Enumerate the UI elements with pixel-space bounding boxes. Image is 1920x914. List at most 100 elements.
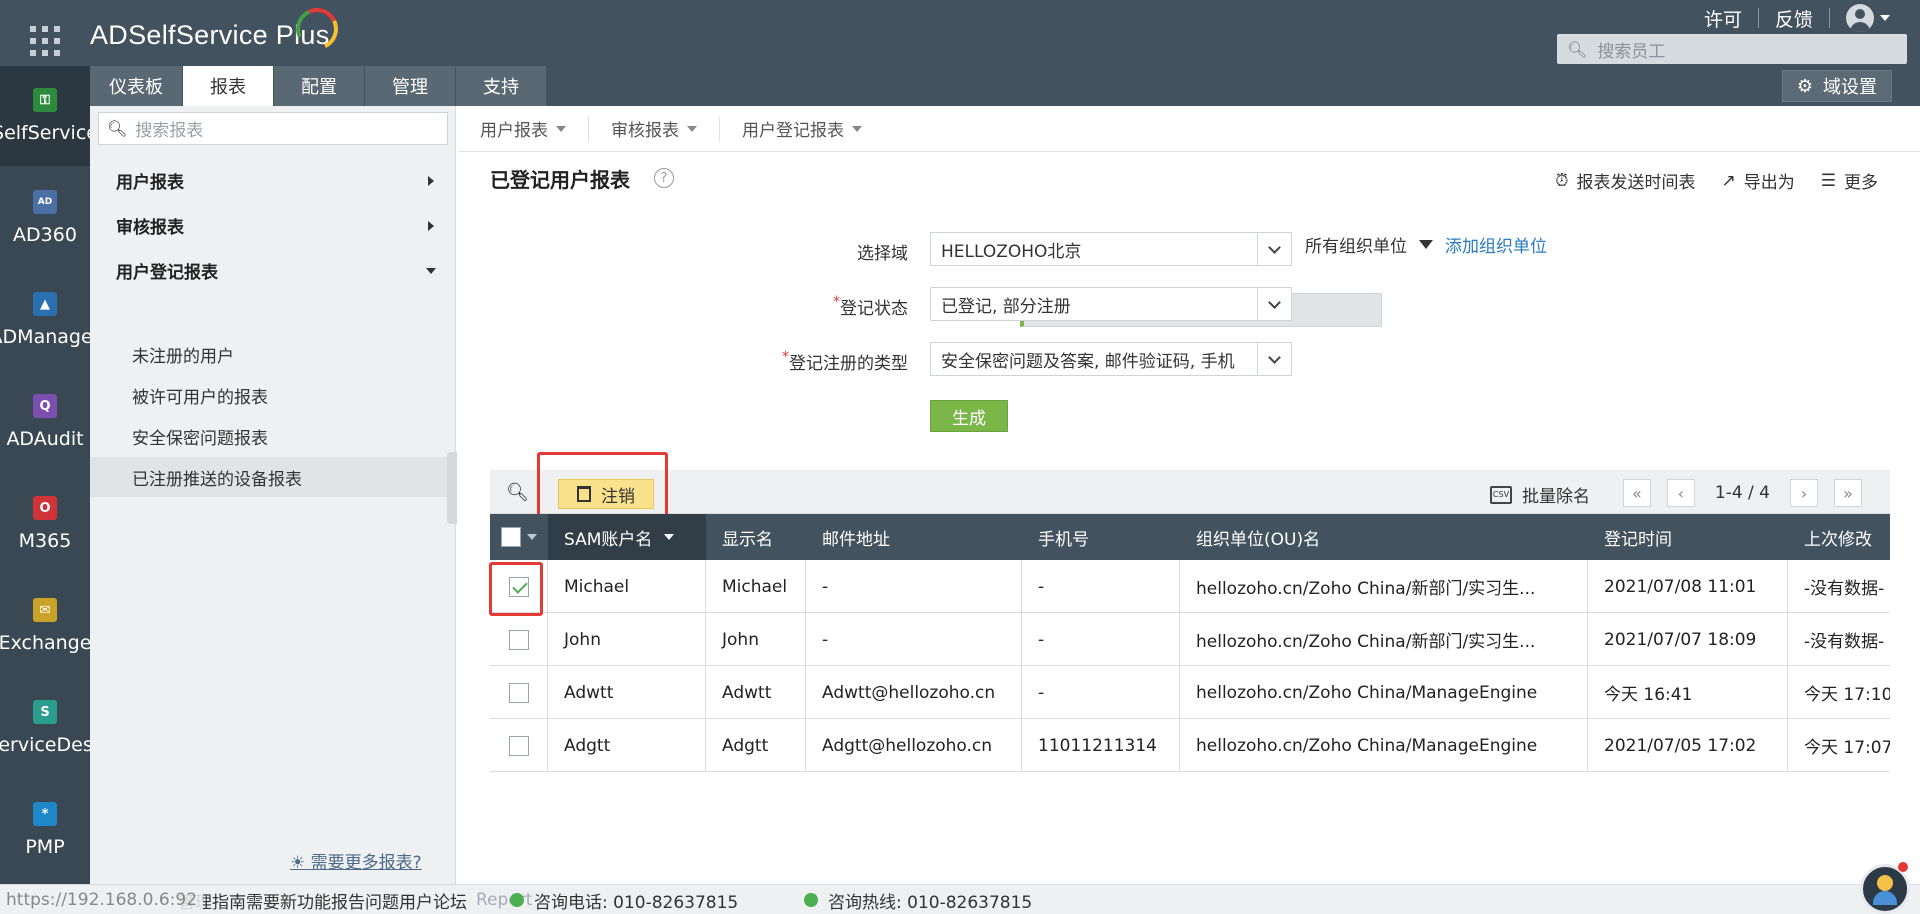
product-admanager[interactable]: ▲ ADManager (0, 270, 90, 370)
footer-links[interactable]: 管理指南需要新功能报告问题用户论坛 (178, 885, 467, 914)
type-select[interactable]: 安全保密问题及答案, 邮件验证码, 手机 (930, 342, 1292, 376)
cell-mobile: 11011211314 (1022, 719, 1180, 772)
col-last-modified[interactable]: 上次修改 (1788, 514, 1890, 560)
col-ou-name[interactable]: 组织单位(OU)名 (1180, 514, 1588, 560)
more-button[interactable]: ☰ 更多 (1821, 168, 1878, 194)
product-m365[interactable]: O M365 (0, 474, 90, 574)
schedule-report-button[interactable]: ⏰︎ 报表发送时间表 (1555, 168, 1695, 194)
next-page-icon[interactable]: › (1790, 479, 1818, 507)
report-category-tabs: 用户报表 审核报表 用户登记报表 (458, 106, 1920, 152)
hotline-text: 咨询热线: 010-82637815 (828, 892, 1033, 913)
table-row[interactable]: Adgtt Adgtt Adgtt@hellozoho.cn 110112113… (490, 719, 1890, 772)
cell-last-modified: 今天 17:07 (1804, 738, 1890, 758)
row-checkbox[interactable] (508, 735, 529, 756)
column-label: SAM账户名 (564, 529, 653, 550)
alarm-clock-icon: ⏰︎ (1555, 170, 1569, 191)
prev-page-icon[interactable]: ‹ (1666, 479, 1695, 507)
report-search-placeholder: 搜索报表 (135, 121, 204, 141)
highlight-box (537, 452, 668, 520)
cell-display-name: Adwtt (706, 666, 806, 719)
sidebar-group-user-reports[interactable]: 用户报表 (90, 158, 456, 202)
chevron-down-icon[interactable] (527, 534, 537, 540)
export-button[interactable]: ↗ 导出为 (1721, 168, 1795, 194)
generate-button[interactable]: 生成 (930, 400, 1008, 432)
domain-select[interactable]: HELLOZOHO北京 (930, 232, 1292, 266)
subtab-enrollment-reports[interactable]: 用户登记报表 (720, 116, 884, 142)
servicedesk-icon: S (33, 700, 57, 724)
status-select[interactable]: 已登记, 部分注册 (930, 287, 1292, 321)
cell-sam: Adwtt (548, 666, 706, 719)
chevron-down-icon[interactable] (1880, 15, 1890, 21)
more-reports-link[interactable]: ☀︎ 需要更多报表? (290, 848, 422, 873)
report-search-input[interactable]: 🔍︎ 搜索报表 (98, 112, 448, 145)
cell-email: - (806, 613, 1022, 666)
sidebar-collapse-handle[interactable] (447, 452, 457, 524)
more-reports-label: 需要更多报表? (310, 853, 422, 873)
subtab-label: 用户登记报表 (742, 121, 844, 141)
col-sam-account[interactable]: SAM账户名 (548, 514, 706, 560)
product-exchange[interactable]: ✉ Exchange (0, 576, 90, 676)
export-icon: ↗ (1721, 170, 1736, 191)
cell-enroll-time: 今天 16:41 (1588, 666, 1788, 719)
cell-ou: hellozoho.cn/Zoho China/ManageEngine (1180, 719, 1588, 772)
group-label: 用户登记报表 (116, 262, 218, 283)
tab-support[interactable]: 支持 (456, 66, 546, 106)
domain-settings-button[interactable]: ⚙ 域设置 (1781, 70, 1892, 102)
product-label: AD360 (13, 224, 77, 246)
highlight-box (489, 562, 543, 616)
col-enroll-time[interactable]: 登记时间 (1588, 514, 1788, 560)
sidebar-item-licensed-users[interactable]: 被许可用户的报表 (90, 375, 456, 415)
sidebar-group-audit-reports[interactable]: 审核报表 (90, 203, 456, 247)
select-all-checkbox[interactable] (501, 527, 521, 547)
product-selfservice[interactable]: ⚿ SelfService (0, 66, 90, 166)
chevron-down-icon[interactable] (1257, 233, 1291, 265)
tab-dashboard[interactable]: 仪表板 (90, 66, 182, 106)
product-pmp[interactable]: * PMP (0, 780, 90, 880)
table-row[interactable]: Michael Michael - - hellozoho.cn/Zoho Ch… (490, 560, 1890, 613)
license-link[interactable]: 许可 (1704, 5, 1742, 32)
cell-mobile: - (1022, 666, 1180, 719)
employee-search-input[interactable]: 🔍︎ 搜索员工 (1557, 34, 1907, 64)
report-actions: ⏰︎ 报表发送时间表 ↗ 导出为 ☰ 更多 (1529, 168, 1878, 194)
add-ou-link[interactable]: 添加组织单位 (1445, 232, 1547, 257)
first-page-icon[interactable]: « (1622, 479, 1651, 507)
tab-admin[interactable]: 管理 (365, 66, 455, 106)
cell-email: Adgtt@hellozoho.cn (806, 719, 1022, 772)
col-mobile[interactable]: 手机号 (1022, 514, 1180, 560)
help-icon[interactable]: ? (654, 168, 674, 188)
app-grid-icon[interactable] (30, 26, 60, 56)
table-row[interactable]: John John - - hellozoho.cn/Zoho China/新部… (490, 613, 1890, 666)
product-servicedesk[interactable]: S ServiceDesk (0, 678, 90, 778)
user-avatar-icon[interactable] (1846, 4, 1874, 32)
cell-last-modified: 今天 17:10 (1804, 685, 1890, 705)
cell-ou: hellozoho.cn/Zoho China/新部门/实习生... (1180, 560, 1588, 613)
sidebar-item-push-devices[interactable]: 已注册推送的设备报表 (90, 457, 456, 497)
col-display-name[interactable]: 显示名 (706, 514, 806, 560)
last-page-icon[interactable]: » (1834, 479, 1862, 507)
sidebar-item-unenrolled-users[interactable]: 未注册的用户 (90, 334, 456, 374)
product-ad360[interactable]: AD AD360 (0, 168, 90, 268)
row-checkbox[interactable] (508, 629, 529, 650)
product-label: ADManager (0, 326, 90, 348)
row-checkbox[interactable] (508, 682, 529, 703)
cell-last-modified: -没有数据- (1804, 579, 1885, 599)
table-search-icon[interactable]: 🔍︎ (506, 482, 529, 503)
feedback-link[interactable]: 反馈 (1775, 5, 1813, 32)
chevron-down-icon (687, 125, 697, 132)
product-logo[interactable]: ADSelfService Plus (90, 20, 330, 51)
subtab-user-reports[interactable]: 用户报表 (458, 115, 589, 142)
subtab-audit-reports[interactable]: 审核报表 (589, 115, 720, 142)
sidebar-item-security-questions[interactable]: 安全保密问题报表 (90, 416, 456, 456)
product-adaudit[interactable]: Q ADAudit (0, 372, 90, 472)
select-all-header (490, 514, 548, 560)
bulk-unenroll-button[interactable]: CSV 批量除名 (1490, 482, 1590, 507)
chevron-down-icon[interactable] (1257, 343, 1291, 375)
col-email[interactable]: 邮件地址 (806, 514, 1022, 560)
filter-icon (1419, 240, 1433, 249)
ou-filter: 所有组织单位 添加组织单位 (1305, 232, 1547, 257)
chevron-down-icon[interactable] (1257, 288, 1291, 320)
table-row[interactable]: Adwtt Adwtt Adwtt@hellozoho.cn - hellozo… (490, 666, 1890, 719)
tab-reports[interactable]: 报表 (183, 66, 273, 106)
tab-configuration[interactable]: 配置 (274, 66, 364, 106)
sidebar-group-enrollment-reports[interactable]: 用户登记报表 (90, 248, 456, 292)
